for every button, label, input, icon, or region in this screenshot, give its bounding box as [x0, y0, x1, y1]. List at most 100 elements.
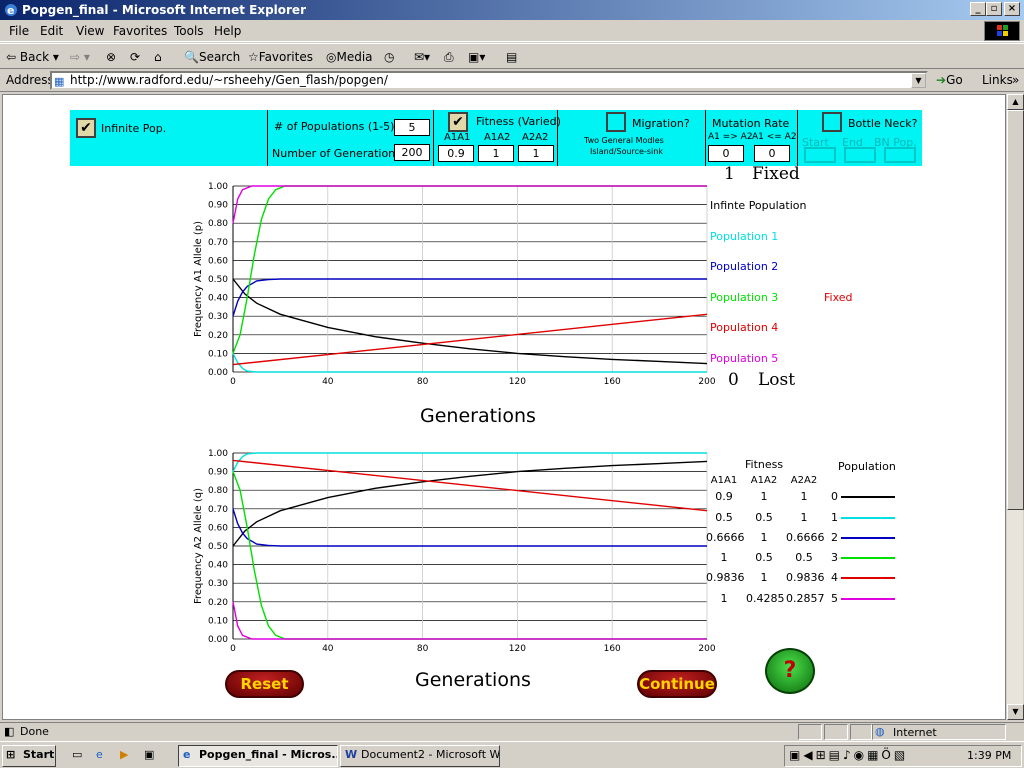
chart1-ytick-label: 0.90 [208, 201, 228, 211]
fit-header-a1a1: A1A1 [444, 132, 471, 143]
chart2-ytick-label: 0.40 [208, 561, 228, 571]
chart2-xtick-label: 160 [604, 644, 621, 654]
mail-icon[interactable]: ✉▾ [414, 48, 430, 66]
show-desktop-icon[interactable]: ▭ [72, 748, 82, 761]
close-button[interactable]: × [1004, 2, 1020, 16]
chart2-ytick-label: 1.00 [208, 449, 228, 459]
links-button[interactable]: Links [982, 73, 1013, 87]
chart1-xtick-label: 0 [230, 377, 236, 387]
history-icon[interactable]: ◷ [384, 48, 394, 66]
num-generations-label: Number of Generations [272, 147, 401, 160]
edit-icon[interactable]: ▣▾ [468, 48, 485, 66]
help-button[interactable]: ? [765, 648, 815, 694]
fitness-cell: ✔ Fitness (Varied) A1A1 A1A2 A2A2 0.9 1 … [434, 110, 561, 166]
chart1-ytick-label: 0.00 [208, 368, 228, 378]
menu-tools[interactable]: Tools [174, 24, 204, 38]
fitness-cell: 0.5 [715, 511, 733, 524]
infinite-pop-checkbox[interactable]: ✔ [76, 118, 96, 138]
scroll-down-icon[interactable]: ▼ [1007, 704, 1024, 720]
legend-pop3: Population 3 [710, 291, 779, 304]
maximize-button[interactable]: ▫ [986, 2, 1002, 16]
chart1-ytick-label: 0.50 [208, 275, 228, 285]
back-button[interactable]: ⇦ Back ▾ [6, 48, 59, 66]
chart1-ytick-label: 1.00 [208, 182, 228, 192]
legend-pop1: Population 1 [710, 230, 779, 243]
menu-help[interactable]: Help [214, 24, 241, 38]
fitness-cell: 1 [800, 490, 808, 503]
migration-checkbox[interactable] [606, 112, 626, 132]
fitness-cell: 0.5 [795, 551, 813, 564]
num-populations-input[interactable]: 5 [394, 119, 430, 136]
page-icon: ▦ [54, 75, 65, 88]
menu-file[interactable]: File [9, 24, 29, 38]
num-generations-input[interactable]: 200 [394, 144, 430, 161]
scroll-up-icon[interactable]: ▲ [1007, 94, 1024, 110]
fitness-checkbox[interactable]: ✔ [448, 112, 468, 132]
population-number: 2 [831, 531, 838, 544]
chart2-ytick-label: 0.70 [208, 505, 228, 515]
population-legend-line [841, 598, 895, 600]
media-quicklaunch-icon[interactable]: ▶ [120, 748, 128, 761]
menu-favorites[interactable]: Favorites [113, 24, 167, 38]
desktop-quicklaunch-icon[interactable]: ▣ [144, 748, 154, 761]
fitness-cell: 0.9836 [706, 571, 745, 584]
fit-table-header-a1a2: A1A2 [750, 475, 778, 486]
fit-input-a2a2[interactable]: 1 [518, 145, 554, 162]
fitness-cell: 0.6666 [786, 531, 825, 544]
media-button[interactable]: ◎Media [326, 48, 373, 66]
continue-button[interactable]: Continue [637, 670, 717, 698]
scroll-thumb[interactable] [1007, 110, 1024, 510]
bn-end-input[interactable] [844, 147, 876, 163]
migration-models-label: Two General Modles [584, 136, 664, 145]
address-input[interactable]: ▦ http://www.radford.edu/~rsheehy/Gen_fl… [50, 71, 928, 90]
mutation-forward-input[interactable]: 0 [708, 145, 744, 162]
fit-input-a1a1[interactable]: 0.9 [438, 145, 474, 162]
bottleneck-cell: Bottle Neck? Start End BN Pop. [798, 110, 922, 166]
mutation-label: Mutation Rate [712, 117, 790, 130]
chart2-xlabel: Generations [415, 669, 531, 691]
chart1-ytick-label: 0.10 [208, 349, 228, 359]
taskbar-ie-window[interactable]: e Popgen_final - Micros... [178, 745, 338, 767]
fit-table-header-a1a1: A1A1 [710, 475, 738, 486]
go-button[interactable]: ➔Go [936, 73, 963, 87]
menu-edit[interactable]: Edit [40, 24, 63, 38]
minimize-button[interactable]: _ [970, 2, 986, 16]
start-button[interactable]: ⊞ Start [2, 745, 56, 767]
media-icon: ◎ [326, 50, 337, 64]
bn-pop-input[interactable] [884, 147, 916, 163]
reset-button[interactable]: Reset [225, 670, 304, 698]
status-zone: Internet [893, 726, 937, 739]
home-icon[interactable]: ⌂ [154, 48, 162, 66]
favorites-button[interactable]: ☆Favorites [248, 48, 313, 66]
mutation-cell: Mutation Rate A1 => A2 A1 <= A2 0 0 [706, 110, 798, 166]
mutation-forward-label: A1 => A2 [708, 132, 753, 142]
fitness-table-title: Fitness [745, 458, 784, 471]
chart2-ytick-label: 0.60 [208, 523, 228, 533]
fitness-cell: 1 [720, 551, 728, 564]
ie-quicklaunch-icon[interactable]: e [96, 748, 103, 761]
fit-input-a1a2[interactable]: 1 [478, 145, 514, 162]
status-page-icon: ◧ [4, 725, 15, 738]
refresh-icon[interactable]: ⟳ [130, 48, 140, 66]
menu-view[interactable]: View [76, 24, 104, 38]
chart2-xtick-label: 200 [698, 644, 715, 654]
address-dropdown-icon[interactable]: ▼ [911, 73, 926, 88]
print-icon[interactable]: ⎙ [444, 48, 454, 66]
population-number: 0 [831, 490, 838, 503]
stop-icon[interactable]: ⊗ [106, 48, 116, 66]
bn-start-input[interactable] [804, 147, 836, 163]
legend-pop2: Population 2 [710, 260, 779, 273]
search-button[interactable]: 🔍Search [184, 48, 240, 66]
mutation-back-input[interactable]: 0 [754, 145, 790, 162]
system-tray: ▣◀⊞▤♪◉▦Ö▧ 1:39 PM [784, 745, 1022, 767]
fitness-label: Fitness (Varied) [476, 115, 561, 128]
lost-count: 0 [728, 370, 739, 390]
bottleneck-checkbox[interactable] [822, 112, 842, 132]
forward-arrow-icon: ⇨ ▾ [70, 50, 90, 64]
tray-icons[interactable]: ▣◀⊞▤♪◉▦Ö▧ [789, 748, 908, 762]
discuss-icon[interactable]: ▤ [506, 48, 517, 66]
vertical-scrollbar[interactable]: ▲ ▼ [1006, 94, 1024, 720]
toolbar-overflow-icon[interactable]: » [1012, 73, 1019, 87]
forward-button[interactable]: ⇨ ▾ [70, 48, 90, 66]
taskbar-word-window[interactable]: W Document2 - Microsoft W... [340, 745, 500, 767]
